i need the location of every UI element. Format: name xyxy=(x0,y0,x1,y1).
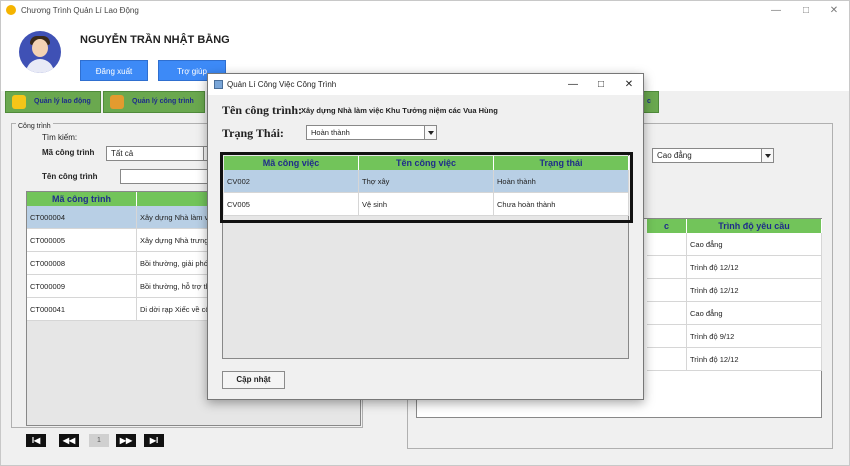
table-cell: CT000004 xyxy=(27,206,137,229)
table-cell: CT000041 xyxy=(27,298,137,321)
table-cell: Cao đẳng xyxy=(687,233,822,256)
last-page-button[interactable]: ▶I xyxy=(144,434,164,447)
prev-page-button[interactable]: ◀◀ xyxy=(59,434,79,447)
trang-thai-value: Hoàn thành xyxy=(311,128,350,137)
cong-viec-dialog: Quản Lí Công Việc Công Trình — □ ✕ Tên c… xyxy=(207,73,644,400)
trang-thai-select[interactable]: Hoàn thành xyxy=(306,125,437,140)
table-cell: CV005 xyxy=(224,193,359,216)
table-cell: CT000009 xyxy=(27,275,137,298)
column-header[interactable]: Tên công việc xyxy=(359,156,494,170)
table-cell xyxy=(647,302,687,325)
table-cell: Cao đẳng xyxy=(687,302,822,325)
dialog-title-bar: Quản Lí Công Việc Công Trình — □ ✕ xyxy=(208,74,643,95)
main-window: Chương Trình Quản Lí Lao Động — □ ✕ NGUY… xyxy=(0,0,850,466)
dialog-maximize-button[interactable]: □ xyxy=(589,77,613,92)
table-cell: Hoàn thành xyxy=(494,170,629,193)
next-page-button[interactable]: ▶▶ xyxy=(116,434,136,447)
title-bar: Chương Trình Quản Lí Lao Động — □ ✕ xyxy=(1,1,849,21)
search-label: Tìm kiếm: xyxy=(42,133,78,142)
ten-cong-trinh-label: Tên công trình xyxy=(42,172,98,181)
window-title: Chương Trình Quản Lí Lao Động xyxy=(21,6,139,15)
tab-quan-ly-lao-dong[interactable]: Quản lý lao động xyxy=(5,91,101,113)
table-cell xyxy=(647,348,687,371)
table-cell: CT000005 xyxy=(27,229,137,252)
table-cell xyxy=(647,256,687,279)
trinh-do-select[interactable]: Cao đẳng xyxy=(652,148,774,163)
ten-cong-trinh-label: Tên công trình: xyxy=(222,103,303,117)
table-cell: Trình độ 12/12 xyxy=(687,256,822,279)
table-cell xyxy=(647,325,687,348)
table-cell: Vệ sinh xyxy=(359,193,494,216)
chevron-down-icon xyxy=(424,126,436,139)
tab-label: Quản lý công trình xyxy=(132,98,194,105)
table-cell: Chưa hoàn thành xyxy=(494,193,629,216)
java-window-icon xyxy=(214,80,223,89)
table-cell: Trình độ 9/12 xyxy=(687,325,822,348)
table-cell: Trình độ 12/12 xyxy=(687,348,822,371)
avatar xyxy=(19,31,61,73)
table-cell: CT000008 xyxy=(27,252,137,275)
tab-quan-ly-cong-trinh[interactable]: Quản lý công trình xyxy=(103,91,205,113)
building-icon xyxy=(110,95,124,109)
worker-icon xyxy=(12,95,26,109)
table-highlight-box: Mã công việc Tên công việc Trạng thái CV… xyxy=(220,152,633,223)
dialog-title: Quản Lí Công Việc Công Trình xyxy=(227,80,337,89)
column-header[interactable]: Mã công việc xyxy=(224,156,359,170)
trang-thai-label: Trạng Thái: xyxy=(222,126,284,140)
column-header[interactable]: Mã công trình xyxy=(27,192,137,206)
table-cell xyxy=(647,279,687,302)
ten-cong-trinh-value: Xây dựng Nhà làm việc Khu Tưởng niệm các… xyxy=(301,106,498,115)
logout-button[interactable]: Đăng xuất xyxy=(80,60,148,81)
column-header[interactable]: c xyxy=(647,219,687,233)
ma-cong-trinh-value: Tất cả xyxy=(111,149,134,158)
page-number: 1 xyxy=(89,434,109,447)
panel-title: Công trình xyxy=(16,123,53,130)
table-cell: Thợ xây xyxy=(359,170,494,193)
column-header[interactable]: Trình độ yêu cầu xyxy=(687,219,822,233)
close-button[interactable]: ✕ xyxy=(822,3,846,19)
maximize-button[interactable]: □ xyxy=(794,3,818,19)
ma-cong-trinh-select[interactable]: Tất cả xyxy=(106,146,216,161)
dialog-close-button[interactable]: ✕ xyxy=(617,77,641,92)
minimize-button[interactable]: — xyxy=(764,3,788,19)
app-logo-icon xyxy=(6,5,16,15)
user-name: NGUYỄN TRẦN NHẬT BẰNG xyxy=(80,34,230,46)
column-header[interactable]: Trạng thái xyxy=(494,156,629,170)
table-cell: Trình độ 12/12 xyxy=(687,279,822,302)
update-button[interactable]: Cập nhật xyxy=(222,371,285,389)
table-cell xyxy=(647,233,687,256)
ma-cong-trinh-label: Mã công trình xyxy=(42,148,95,157)
chevron-down-icon xyxy=(761,149,773,162)
dialog-minimize-button[interactable]: — xyxy=(561,77,585,92)
trinh-do-value: Cao đẳng xyxy=(657,151,692,160)
first-page-button[interactable]: I◀ xyxy=(26,434,46,447)
ten-cong-trinh-input[interactable] xyxy=(120,169,216,184)
tab-label: Quản lý lao động xyxy=(34,98,91,105)
table-cell: CV002 xyxy=(224,170,359,193)
